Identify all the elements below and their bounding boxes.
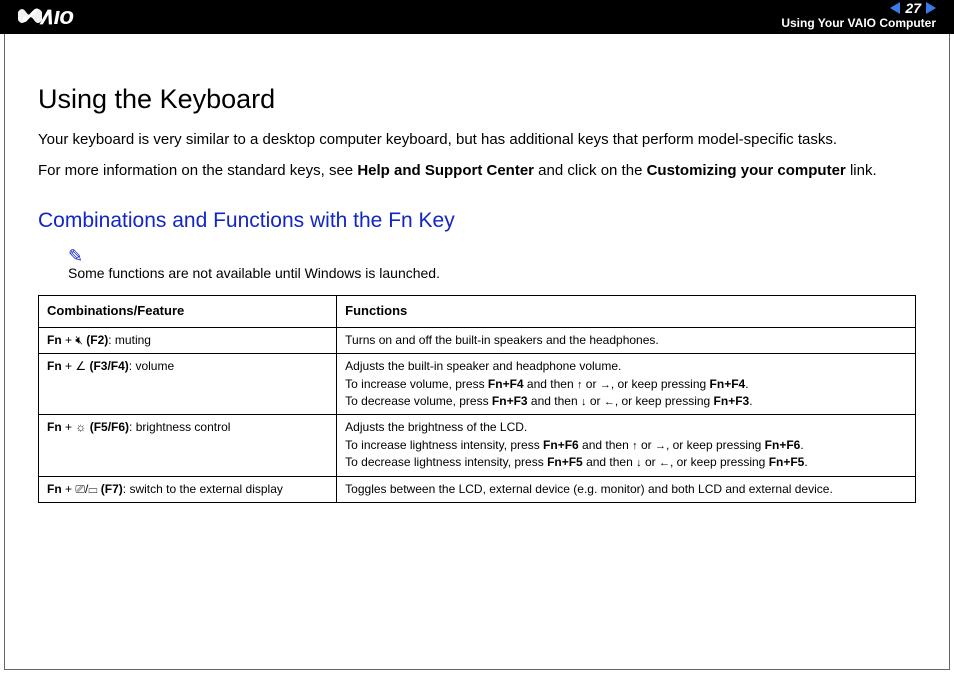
- prev-page-icon[interactable]: [890, 2, 900, 14]
- vaio-logo: ✓∧ıo: [18, 4, 104, 33]
- header-bar: ✓∧ıo 27 Using Your VAIO Computer: [0, 0, 954, 34]
- next-page-icon[interactable]: [926, 2, 936, 14]
- page-navigation: 27: [890, 0, 936, 16]
- svg-text:✓∧ıo: ✓∧ıo: [18, 4, 73, 28]
- page-number: 27: [905, 0, 921, 16]
- breadcrumb: Using Your VAIO Computer: [781, 16, 936, 30]
